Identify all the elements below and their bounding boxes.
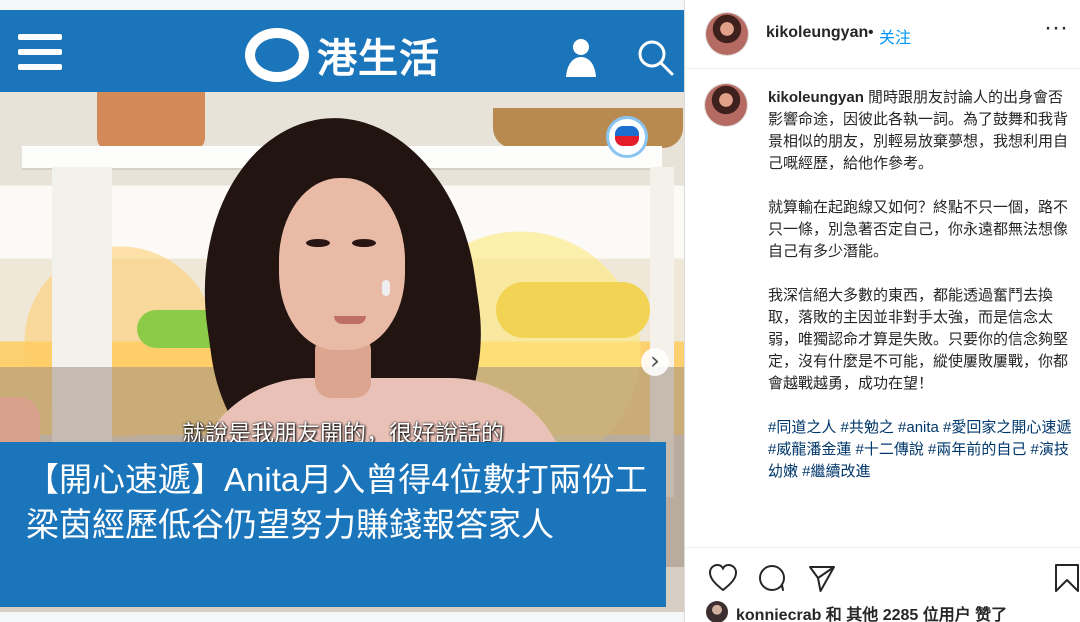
more-options-icon[interactable]: ··· [1044, 16, 1068, 40]
kitchen-basket [97, 92, 205, 150]
banana-bunch [496, 282, 650, 338]
profile-username[interactable]: kikoleungyan [766, 24, 868, 42]
tv-channel-logo [606, 116, 648, 158]
fruit-basket [493, 108, 683, 148]
page-background [0, 612, 684, 622]
caption-username[interactable]: kikoleungyan [768, 89, 864, 106]
follow-button[interactable]: 关注 [879, 24, 911, 48]
heart-icon[interactable] [708, 563, 738, 593]
earring [382, 280, 390, 296]
woman-face [279, 178, 405, 350]
woman-eye-left [306, 239, 330, 247]
woman-eye-right [352, 239, 376, 247]
user-icon[interactable] [564, 38, 598, 78]
action-divider [685, 547, 1080, 548]
caption-paragraph-1: kikoleungyan 閒時跟朋友討論人的出身會否影響命途，因彼此各執一詞。為… [768, 87, 1077, 175]
bookmark-icon[interactable] [1052, 563, 1080, 593]
news-page-panel: 港生活 就說是我朋友開的，很好說話的 › 【開心速遞】Anita月入曾得4位數打… [0, 0, 684, 622]
instagram-post-panel: kikoleungyan • 关注 ··· kikoleungyan 閒時跟朋友… [684, 0, 1080, 622]
post-actions [708, 563, 1079, 595]
comment-icon[interactable] [757, 563, 787, 593]
site-logo[interactable]: 港生活 [245, 26, 440, 84]
u-logo-icon [245, 28, 309, 82]
post-header: kikoleungyan • 关注 ··· [685, 0, 1080, 69]
hashtag-list[interactable]: #同道之人 #共勉之 #anita #愛回家之開心速遞 #威龍潘金蓮 #十二傳說… [768, 417, 1077, 483]
caption-paragraph-3: 我深信絕大多數的東西，都能透過奮鬥去換取，落敗的主因並非對手太強，而是信念太弱，… [768, 287, 1069, 392]
search-icon[interactable] [638, 40, 674, 76]
hamburger-icon[interactable] [18, 34, 62, 70]
woman-mouth [334, 316, 366, 324]
post-caption: kikoleungyan 閒時跟朋友討論人的出身會否影響命途，因彼此各執一詞。為… [768, 87, 1077, 483]
likes-text[interactable]: konniecrab 和 其他 2285 位用户 赞了 [736, 601, 1007, 622]
follow-separator: • [868, 24, 874, 41]
likes-row[interactable]: konniecrab 和 其他 2285 位用户 赞了 [685, 596, 1080, 622]
avatar[interactable] [706, 13, 748, 55]
site-name: 港生活 [317, 36, 440, 82]
liker-avatar[interactable] [706, 601, 728, 622]
paper-plane-icon[interactable] [807, 563, 837, 593]
article-headline[interactable]: 【開心速遞】Anita月入曾得4位數打兩份工 梁茵經歷低谷仍望努力賺錢報答家人 [26, 457, 652, 547]
next-slide-button[interactable]: › [641, 348, 669, 376]
site-header: 港生活 [0, 10, 684, 92]
caption-paragraph-2: 就算輸在起跑線又如何？終點不只一個，路不只一條，別急著否定自己，你永遠都無法想像… [768, 199, 1069, 260]
caption-avatar[interactable] [705, 84, 747, 126]
